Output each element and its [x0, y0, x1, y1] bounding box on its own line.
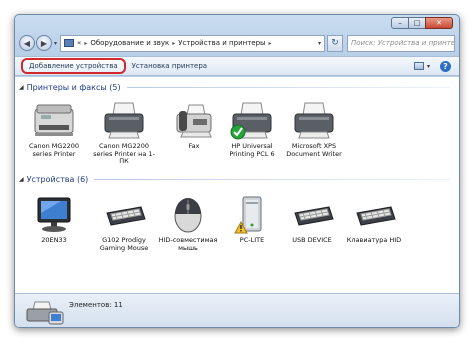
- mfp-printer-icon: [31, 101, 77, 141]
- forward-arrow-icon: ▶: [40, 38, 48, 48]
- address-dropdown[interactable]: ▾: [316, 40, 321, 47]
- keyboard-icon: [289, 195, 335, 235]
- recent-pages-dropdown[interactable]: ▾: [54, 40, 57, 47]
- printers-group-header[interactable]: ◢ Принтеры и факсы (5): [19, 81, 451, 93]
- help-icon[interactable]: ?: [440, 60, 451, 72]
- close-button[interactable]: ✕: [425, 17, 453, 29]
- group-divider: [126, 86, 451, 88]
- computer-warning-icon: [229, 195, 275, 235]
- view-options-dropdown[interactable]: ▾: [427, 63, 430, 70]
- device-label: G102 Prodigy Gaming Mouse: [99, 236, 149, 252]
- back-button[interactable]: ◀: [19, 35, 35, 51]
- item-count: Элементов: 11: [69, 301, 123, 309]
- back-arrow-icon: ◀: [23, 38, 31, 48]
- address-bar[interactable]: « ▸ Оборудование и звук ▸ Устройства и п…: [60, 34, 326, 52]
- device-label: PC-LITE: [239, 236, 265, 244]
- device-label: HID-совместимая мышь: [158, 236, 218, 252]
- group-divider: [94, 178, 451, 180]
- device-item[interactable]: HP Universal Printing PCL 6: [221, 101, 283, 158]
- breadcrumb-hardware-sound[interactable]: Оборудование и звук: [90, 39, 169, 47]
- device-item[interactable]: G102 Prodigy Gaming Mouse: [93, 195, 155, 252]
- devices-group-header[interactable]: ◢ Устройства (6): [19, 173, 451, 185]
- printer-icon: [101, 101, 147, 141]
- search-input[interactable]: Поиск: Устройства и принтеры: [347, 34, 455, 52]
- breadcrumb-overflow[interactable]: «: [77, 39, 81, 47]
- device-label: 20EN33: [41, 236, 67, 244]
- navigation-bar: ◀ ▶ ▾ « ▸ Оборудование и звук ▸ Устройст…: [19, 33, 455, 53]
- device-item[interactable]: 20EN33: [23, 195, 85, 245]
- devices-printers-icon: [25, 300, 65, 326]
- device-item[interactable]: Microsoft XPS Document Writer: [283, 101, 345, 158]
- add-printer-button[interactable]: Установка принтера: [126, 59, 213, 73]
- printer-icon: [291, 101, 337, 141]
- devices-content-pane: ◢ Принтеры и факсы (5) Canon MG2200 seri…: [15, 77, 459, 293]
- device-label: Клавиатура HID: [346, 236, 402, 244]
- default-printer-icon: [229, 101, 275, 141]
- device-item[interactable]: Canon MG2200 series Printer на 1-ПК: [93, 101, 155, 166]
- keyboard-icon: [351, 195, 397, 235]
- device-label: Canon MG2200 series Printer на 1-ПК: [93, 142, 155, 166]
- breadcrumb-separator[interactable]: ▸: [172, 40, 175, 47]
- breadcrumb-separator[interactable]: ▸: [84, 40, 87, 47]
- device-item[interactable]: HID-совместимая мышь: [157, 195, 219, 252]
- device-label: Microsoft XPS Document Writer: [286, 142, 342, 158]
- caption-buttons: – □ ✕: [391, 17, 453, 29]
- collapse-arrow-icon[interactable]: ◢: [19, 176, 24, 183]
- refresh-button[interactable]: ↻: [327, 34, 344, 52]
- fax-icon: [171, 101, 217, 141]
- device-item[interactable]: PC-LITE: [221, 195, 283, 245]
- device-label: USB DEVICE: [292, 236, 332, 244]
- add-device-button[interactable]: Добавление устройства: [21, 58, 126, 74]
- control-panel-icon: [64, 39, 75, 47]
- devices-group-title: Устройства (6): [26, 174, 89, 184]
- forward-button[interactable]: ▶: [36, 35, 52, 51]
- status-bar: Элементов: 11: [15, 293, 459, 327]
- device-item[interactable]: Клавиатура HID: [343, 195, 405, 245]
- breadcrumb-separator[interactable]: ▸: [269, 40, 272, 47]
- devices-and-printers-window: – □ ✕ ◀ ▶ ▾ « ▸ Оборудование и звук ▸ Ус…: [14, 14, 460, 328]
- printers-group-title: Принтеры и факсы (5): [26, 82, 121, 92]
- command-bar: Добавление устройства Установка принтера…: [15, 56, 459, 76]
- search-placeholder: Поиск: Устройства и принтеры: [351, 39, 455, 47]
- maximize-button[interactable]: □: [408, 17, 426, 29]
- device-label: Fax: [188, 142, 200, 150]
- refresh-icon: ↻: [331, 38, 339, 48]
- breadcrumb-devices-printers[interactable]: Устройства и принтеры: [178, 39, 265, 47]
- keyboard-icon: [101, 195, 147, 235]
- view-controls: ▾ ?: [413, 60, 459, 72]
- minimize-button[interactable]: –: [391, 17, 409, 29]
- device-item[interactable]: Fax: [163, 101, 225, 151]
- collapse-arrow-icon[interactable]: ◢: [19, 84, 24, 91]
- device-item[interactable]: Canon MG2200 series Printer: [23, 101, 85, 158]
- mouse-icon: [165, 195, 211, 235]
- device-label: Canon MG2200 series Printer: [29, 142, 79, 158]
- device-label: HP Universal Printing PCL 6: [229, 142, 275, 158]
- device-item[interactable]: USB DEVICE: [281, 195, 343, 245]
- monitor-icon: [31, 195, 77, 235]
- change-view-icon[interactable]: [413, 62, 424, 70]
